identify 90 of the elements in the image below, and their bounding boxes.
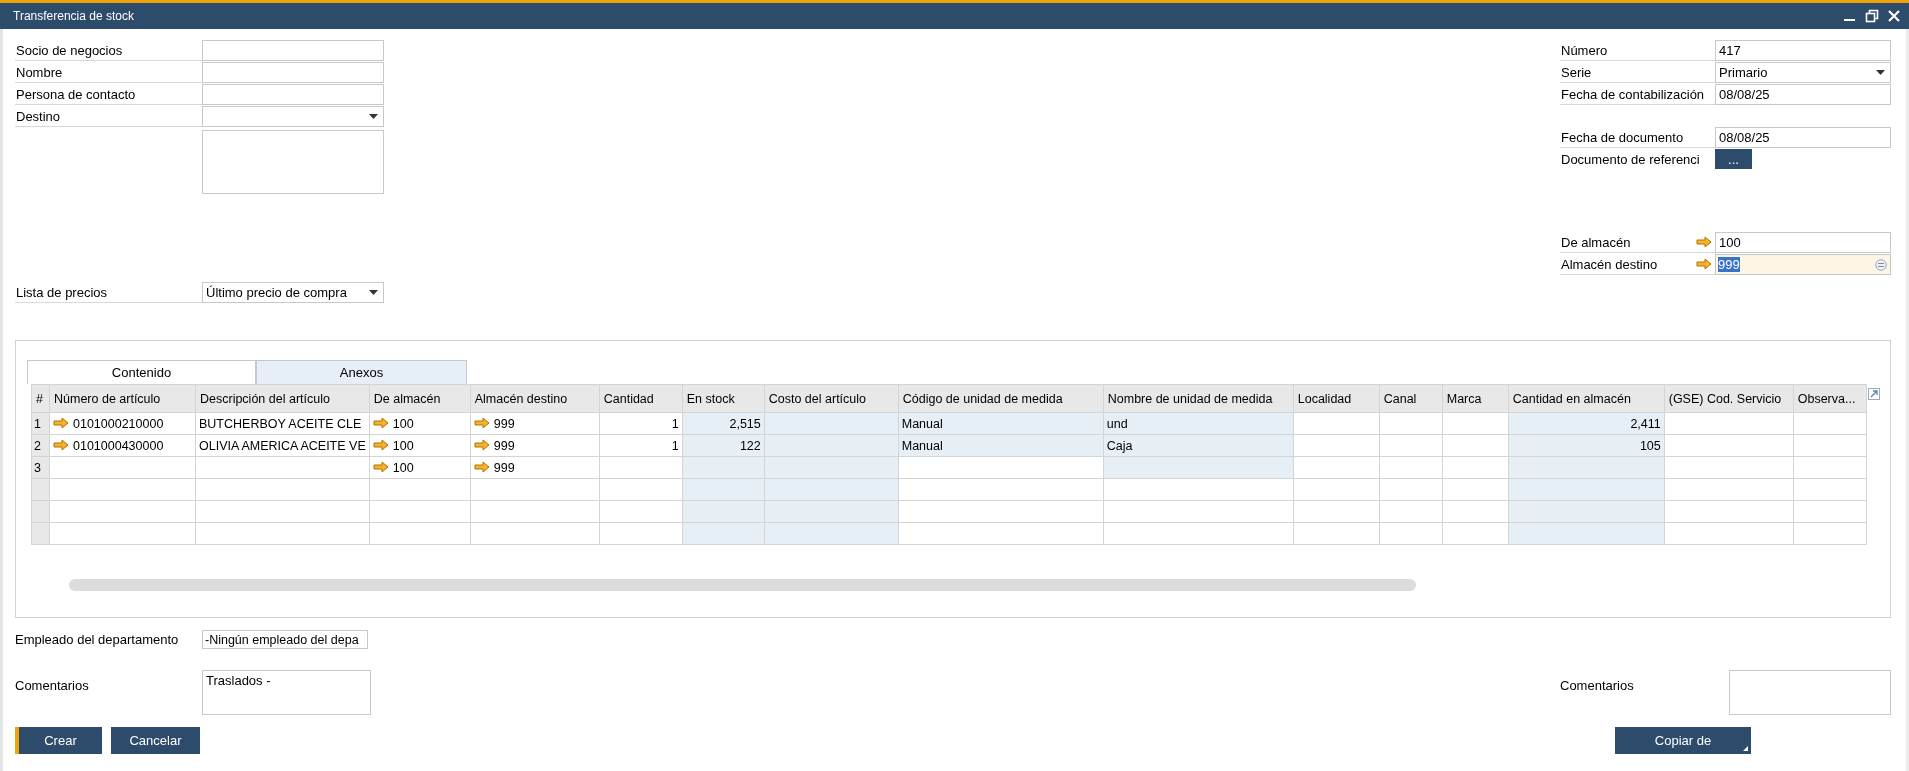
input-field[interactable]	[202, 62, 384, 83]
button[interactable]: Crear	[15, 727, 102, 754]
caret-icon	[369, 290, 378, 295]
cell-value: 100	[392, 416, 414, 431]
field-label: Nombre	[16, 64, 63, 80]
table-cell: Manual	[898, 434, 1104, 457]
field-label: Destino	[16, 108, 61, 124]
close-icon[interactable]	[1887, 9, 1901, 23]
field-label: Comentarios	[15, 677, 90, 695]
dropdown[interactable]	[202, 106, 384, 127]
arrow-icon	[372, 416, 389, 429]
menu-button[interactable]: Copiar de	[1615, 727, 1751, 754]
column-header[interactable]: Descripción del artículo	[195, 384, 370, 413]
column-header[interactable]: En stock	[682, 384, 765, 413]
list-icon	[1875, 258, 1887, 271]
table-cell: BUTCHERBOY ACEITE CLE	[195, 412, 370, 435]
text-area[interactable]	[202, 130, 384, 194]
table-cell: Manual	[898, 412, 1104, 435]
text-area[interactable]: Traslados -	[202, 670, 371, 715]
button[interactable]: Cancelar	[111, 727, 200, 754]
field-label: Serie	[1561, 64, 1592, 80]
field-label: Almacén destino	[1561, 256, 1658, 272]
column-header[interactable]: Almacén destino	[470, 384, 600, 413]
input-field[interactable]: 100	[1715, 232, 1891, 253]
input-field[interactable]: -Ningún empleado del depa	[202, 630, 368, 649]
cell-value: 100	[392, 460, 414, 475]
cell-value: 999	[493, 438, 515, 453]
column-header[interactable]: Localidad	[1293, 384, 1380, 413]
selected-text: 999	[1718, 257, 1740, 272]
input-field[interactable]: 417	[1715, 40, 1891, 61]
column-header[interactable]: Costo del artículo	[764, 384, 899, 413]
window-title: Transferencia de stock	[13, 9, 134, 23]
cell-value: 999	[493, 416, 515, 431]
column-header[interactable]: De almacén	[369, 384, 471, 413]
column-header[interactable]: (GSE) Cod. Servicio	[1664, 384, 1794, 413]
input-field[interactable]	[202, 84, 384, 105]
table-cell: Caja	[1103, 434, 1294, 457]
cell-value: 0101000430000	[73, 438, 164, 453]
field-label: Número	[1561, 42, 1608, 58]
row-number: 2	[31, 434, 50, 457]
table-cell: OLIVIA AMERICA ACEITE VE	[195, 434, 370, 457]
cell-value: 999	[493, 460, 515, 475]
restore-icon[interactable]	[1865, 9, 1879, 23]
dropdown[interactable]: Primario	[1715, 62, 1891, 83]
field-label: Fecha de contabilización	[1561, 86, 1705, 102]
column-header[interactable]: Código de unidad de medida	[898, 384, 1104, 413]
arrow-icon	[473, 416, 490, 429]
tab[interactable]: Anexos	[256, 360, 467, 384]
dropdown[interactable]: Último precio de compra	[202, 282, 384, 303]
column-header[interactable]: #	[31, 384, 50, 413]
cell-value: 100	[392, 438, 414, 453]
arrow-icon	[473, 460, 490, 473]
table-cell: und	[1103, 412, 1294, 435]
field-label: De almacén	[1561, 234, 1631, 250]
input-field[interactable]: 999	[1715, 254, 1891, 275]
arrow-icon	[372, 438, 389, 451]
column-header[interactable]: Canal	[1379, 384, 1443, 413]
tab[interactable]: Contenido	[27, 360, 256, 384]
text-area[interactable]	[1729, 670, 1891, 715]
cell-value: 0101000210000	[73, 416, 164, 431]
arrow-icon	[372, 460, 389, 473]
caret-icon	[1876, 70, 1885, 75]
input-field[interactable]	[202, 40, 384, 61]
arrow-icon	[53, 438, 69, 451]
arrow-icon	[473, 438, 490, 451]
field-label: Lista de precios	[16, 284, 108, 300]
column-header[interactable]: Nombre de unidad de medida	[1103, 384, 1294, 413]
field-label: Fecha de documento	[1561, 129, 1684, 145]
input-field[interactable]: 08/08/25	[1715, 84, 1891, 105]
column-header[interactable]: Cantidad	[599, 384, 683, 413]
column-header[interactable]: Marca	[1442, 384, 1509, 413]
field-label: Empleado del departamento	[15, 632, 180, 647]
column-header[interactable]: Número de artículo	[49, 384, 196, 413]
table-cell: 2,411	[1508, 412, 1665, 435]
field-label: Documento de referenci	[1561, 152, 1700, 167]
browse-button[interactable]: ...	[1715, 149, 1752, 169]
arrow-icon	[53, 416, 69, 429]
field-label: Persona de contacto	[16, 86, 136, 102]
row-number: 1	[31, 412, 50, 435]
caret-icon	[369, 114, 378, 119]
expand-icon	[1867, 388, 1880, 400]
input-field[interactable]: 08/08/25	[1715, 127, 1891, 148]
table-cell: 105	[1508, 434, 1665, 457]
row-number: 3	[31, 456, 50, 479]
field-label: Comentarios	[1560, 677, 1635, 695]
field-label: Socio de negocios	[16, 42, 123, 58]
column-header[interactable]: Cantidad en almacén	[1508, 384, 1665, 413]
scroll-bar[interactable]	[69, 579, 1416, 591]
column-header[interactable]: Observa...	[1793, 384, 1867, 413]
corner-icon	[1743, 746, 1748, 751]
